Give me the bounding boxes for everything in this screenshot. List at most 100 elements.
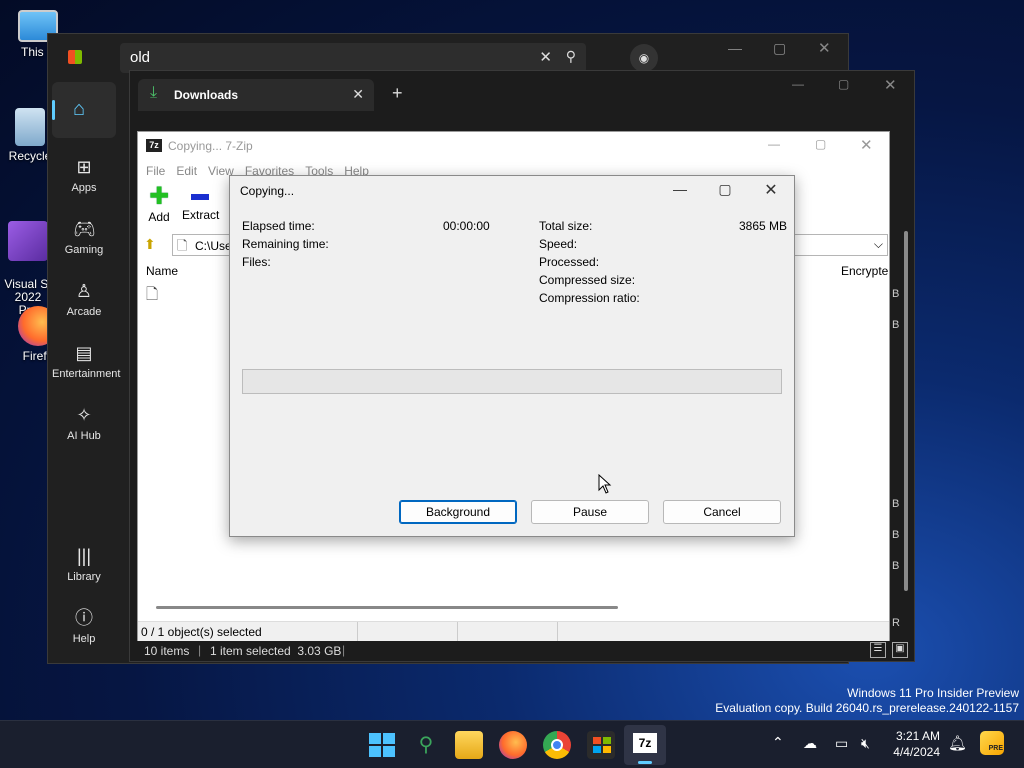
active-indicator: [52, 100, 55, 120]
sidebar-item-label: Library: [67, 571, 101, 583]
dialog-title: Copying...: [240, 184, 295, 198]
column-header-name[interactable]: Name: [146, 264, 178, 278]
joystick-icon: ♙: [75, 281, 93, 301]
selection-status: 0 / 1 object(s) selected: [141, 625, 262, 639]
pause-button[interactable]: Pause: [531, 500, 649, 524]
close-icon[interactable]: ✕: [756, 180, 786, 200]
chrome-icon[interactable]: [543, 731, 571, 759]
volume-icon[interactable]: 🔇︎: [861, 735, 870, 752]
watermark-line-1: Windows 11 Pro Insider Preview: [847, 686, 1019, 700]
taskbar: ⚲ 7z ⌃ ☁ ▭ 🔇︎ 3:21 AM 4/4/2024 🔔︎ PRE: [0, 720, 1024, 768]
close-icon[interactable]: ✕: [818, 39, 831, 57]
plus-icon: ✚: [148, 183, 170, 210]
maximize-icon[interactable]: ▢: [773, 40, 786, 57]
explorer-status-bar: 10 items | 1 item selected 3.03 GB | ☰ ▣: [130, 641, 914, 661]
sidebar-item-library[interactable]: ||| Library: [52, 545, 116, 583]
display-icon[interactable]: ▭: [835, 735, 848, 752]
start-button[interactable]: [367, 731, 395, 759]
firefox-icon[interactable]: [499, 731, 527, 759]
search-icon[interactable]: ⚲: [566, 48, 576, 65]
maximize-icon[interactable]: ▢: [815, 137, 826, 151]
seven-zip-taskbar-button[interactable]: 7z: [624, 725, 666, 765]
tab-close-icon[interactable]: ✕: [352, 86, 364, 103]
home-icon: ⌂: [73, 98, 86, 120]
menu-file[interactable]: File: [146, 164, 165, 178]
recycle-bin-icon: [15, 108, 45, 146]
elapsed-time-label: Elapsed time:: [242, 219, 315, 233]
maximize-icon[interactable]: ▢: [710, 181, 740, 198]
tab-downloads[interactable]: ⤓ Downloads ✕: [138, 79, 374, 111]
extract-label: Extract: [182, 208, 220, 222]
add-button[interactable]: ✚ Add: [144, 183, 174, 225]
desktop-icon-label: Recycle: [8, 149, 52, 163]
total-size-value: 3865 MB: [739, 219, 788, 233]
horizontal-scrollbar[interactable]: [156, 606, 618, 609]
size-unit: B: [892, 529, 900, 541]
close-icon[interactable]: ✕: [884, 76, 897, 94]
chevron-up-icon[interactable]: ⌃: [772, 734, 784, 751]
chevron-down-icon[interactable]: ⌵: [874, 237, 883, 252]
total-size-label: Total size:: [539, 219, 593, 233]
sidebar-item-label: Entertainment: [52, 368, 121, 380]
minimize-icon[interactable]: —: [768, 137, 780, 151]
divider: [357, 622, 358, 641]
windows-watermark: Windows 11 Pro Insider Preview Evaluatio…: [715, 686, 1019, 716]
status-item-count: 10 items: [144, 644, 190, 658]
desktop-icon-visual-studio[interactable]: Visual St 2022 Pre: [4, 208, 52, 317]
details-view-icon[interactable]: ☰: [870, 642, 886, 658]
minimize-icon[interactable]: —: [792, 77, 804, 91]
close-icon[interactable]: ✕: [860, 136, 873, 154]
store-icon[interactable]: [587, 731, 615, 759]
account-icon[interactable]: ◉: [630, 44, 658, 72]
insider-badge-label: PRE: [988, 745, 1003, 752]
store-tile: [603, 746, 611, 753]
windows-logo-tile: [383, 746, 395, 757]
minimize-icon[interactable]: —: [665, 181, 695, 197]
windows-logo-tile: [369, 733, 381, 744]
up-folder-icon[interactable]: ⬆: [144, 236, 156, 253]
sidebar-item-arcade[interactable]: ♙ Arcade: [52, 280, 116, 318]
tab-label: Downloads: [174, 88, 239, 102]
notification-bell-icon[interactable]: 🔔︎: [948, 734, 967, 752]
search-icon[interactable]: ⚲: [412, 731, 440, 759]
sidebar-item-ai-hub[interactable]: ✧ AI Hub: [52, 404, 116, 442]
insider-badge-icon[interactable]: PRE: [980, 731, 1004, 755]
chrome-center: [551, 739, 563, 751]
column-header-encrypted[interactable]: Encrypte: [841, 264, 888, 278]
visual-studio-icon: [8, 221, 48, 261]
sidebar-item-help[interactable]: ⓘ Help: [52, 607, 116, 645]
store-logo-icon: [68, 50, 82, 64]
explorer-right-letters: B B: [892, 279, 904, 341]
clock[interactable]: 3:21 AM 4/4/2024: [888, 728, 940, 760]
menu-edit[interactable]: Edit: [176, 164, 197, 178]
sidebar-item-apps[interactable]: ⊞ Apps: [52, 156, 116, 194]
cancel-button[interactable]: Cancel: [663, 500, 781, 524]
clear-icon[interactable]: ✕: [539, 48, 552, 66]
network-off-icon[interactable]: ☁: [803, 735, 817, 752]
divider: [457, 622, 458, 641]
minimize-icon[interactable]: —: [728, 40, 742, 56]
path-value: C:\Use: [195, 239, 232, 253]
windows-logo-tile: [383, 733, 395, 744]
sidebar-item-home[interactable]: ⌂: [52, 82, 116, 138]
sidebar-item-entertainment[interactable]: ▤ Entertainment: [52, 342, 120, 380]
store-search-input[interactable]: old ✕ ⚲: [120, 43, 586, 73]
extract-button[interactable]: Extract: [182, 186, 220, 222]
store-tile: [593, 737, 601, 744]
seven-zip-title-bar: 7z Copying... 7-Zip — ▢ ✕: [138, 132, 889, 160]
elapsed-time-value: 00:00:00: [443, 219, 490, 233]
minus-icon: [191, 194, 209, 200]
store-tile: [593, 746, 601, 753]
mouse-cursor-icon: [598, 474, 612, 494]
explorer-scrollbar[interactable]: [904, 231, 908, 591]
sidebar-item-gaming[interactable]: 🎮︎ Gaming: [52, 218, 116, 256]
file-icon[interactable]: 🗋: [146, 284, 158, 309]
new-tab-button[interactable]: +: [392, 83, 403, 104]
tiles-view-icon[interactable]: ▣: [892, 642, 908, 658]
clock-date: 4/4/2024: [893, 745, 940, 759]
background-button[interactable]: Background: [399, 500, 517, 524]
library-icon: |||: [76, 546, 92, 566]
file-explorer-icon[interactable]: [455, 731, 483, 759]
maximize-icon[interactable]: ▢: [838, 77, 849, 91]
size-unit: B: [892, 319, 900, 331]
